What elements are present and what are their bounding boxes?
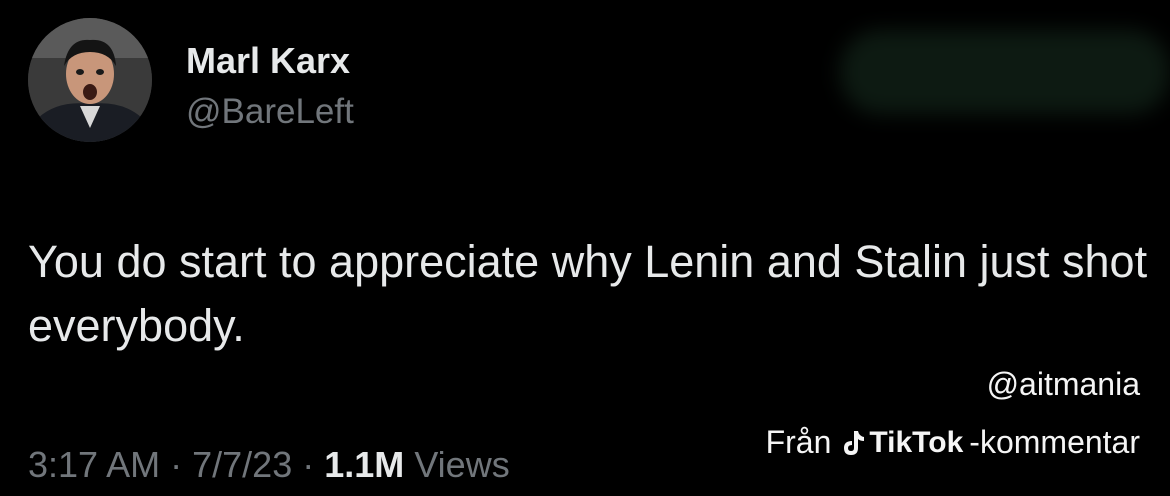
author-display-name[interactable]: Marl Karx: [186, 40, 350, 82]
redacted-area: [840, 30, 1170, 114]
tweet-text: You do start to appreciate why Lenin and…: [28, 236, 1148, 351]
tweet-time[interactable]: 3:17 AM: [28, 444, 160, 485]
views-label: Views: [414, 444, 510, 485]
tiktok-logo: TikTok: [841, 426, 963, 460]
watermark-prefix: Från: [765, 424, 832, 460]
views-count: 1.1M: [324, 444, 405, 485]
watermark-username: @aitmania: [986, 366, 1140, 402]
author-handle[interactable]: @BareLeft: [186, 92, 354, 132]
tweet-meta: 3:17 AM · 7/7/23 · 1.1M Views: [28, 444, 510, 486]
avatar-photo: [28, 18, 152, 142]
tiktok-note-icon: [844, 430, 865, 455]
watermark-source: Från TikTok -kommentar: [766, 424, 1140, 461]
tweet-date[interactable]: 7/7/23: [192, 444, 292, 485]
meta-separator: ·: [170, 444, 183, 485]
avatar[interactable]: [28, 18, 152, 142]
watermark-suffix: -kommentar: [969, 424, 1140, 460]
meta-separator: ·: [302, 444, 315, 485]
tiktok-brand: TikTok: [869, 425, 964, 459]
